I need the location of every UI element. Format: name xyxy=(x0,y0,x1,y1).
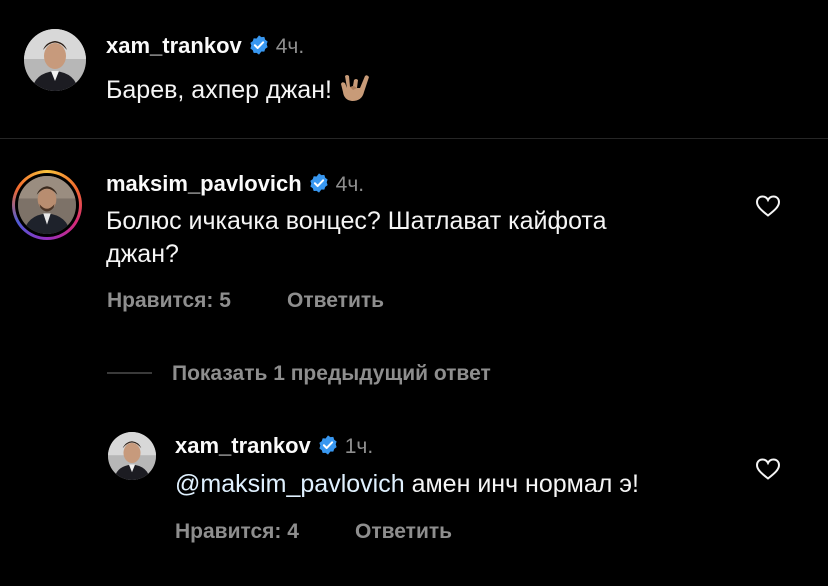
replies-line xyxy=(107,372,152,374)
mention-link[interactable]: @maksim_pavlovich xyxy=(175,470,405,498)
likes-count[interactable]: Нравится: 5 xyxy=(107,289,231,313)
timestamp: 4ч. xyxy=(275,35,305,58)
like-heart-icon[interactable] xyxy=(755,194,781,218)
comment-text-content: Барев, ахпер джан! xyxy=(106,76,332,104)
avatar xyxy=(18,176,76,234)
verified-badge-icon xyxy=(310,173,328,193)
comment-text: Болюс ичкачка вонцес? Шатлават кайфота д… xyxy=(106,205,607,271)
timestamp: 4ч. xyxy=(335,173,365,196)
comment-text: Барев, ахпер джан! xyxy=(106,70,372,107)
show-previous-replies-button[interactable]: Показать 1 предыдущий ответ xyxy=(172,362,491,386)
sign-of-horns-emoji-icon xyxy=(340,75,369,101)
comment-text-line: Болюс ичкачка вонцес? Шатлават кайфота xyxy=(106,207,607,235)
comment-text: @maksim_pavlovich амен инч нормал э! xyxy=(175,468,639,501)
avatar[interactable] xyxy=(24,29,86,91)
divider xyxy=(0,138,828,139)
avatar[interactable] xyxy=(108,432,156,480)
avatar-image xyxy=(24,29,86,91)
comment-text-line: джан? xyxy=(106,240,179,268)
verified-badge-icon xyxy=(319,435,337,455)
avatar-image xyxy=(18,176,76,234)
like-heart-icon[interactable] xyxy=(755,457,781,481)
verified-badge-icon xyxy=(250,35,268,55)
reply-button[interactable]: Ответить xyxy=(355,520,452,544)
avatar-image xyxy=(108,432,156,480)
reply-button[interactable]: Ответить xyxy=(287,289,384,313)
username[interactable]: xam_trankov xyxy=(106,33,242,58)
comment-header: xam_trankov 1ч. xyxy=(175,433,373,459)
username[interactable]: xam_trankov xyxy=(175,433,311,458)
likes-count[interactable]: Нравится: 4 xyxy=(175,520,299,544)
username[interactable]: maksim_pavlovich xyxy=(106,171,302,196)
story-ring-avatar[interactable] xyxy=(12,170,82,240)
comment-header: xam_trankov 4ч. xyxy=(106,33,304,59)
timestamp: 1ч. xyxy=(344,435,374,458)
comment-header: maksim_pavlovich 4ч. xyxy=(106,171,364,197)
comment-text-content: амен инч нормал э! xyxy=(404,470,639,498)
